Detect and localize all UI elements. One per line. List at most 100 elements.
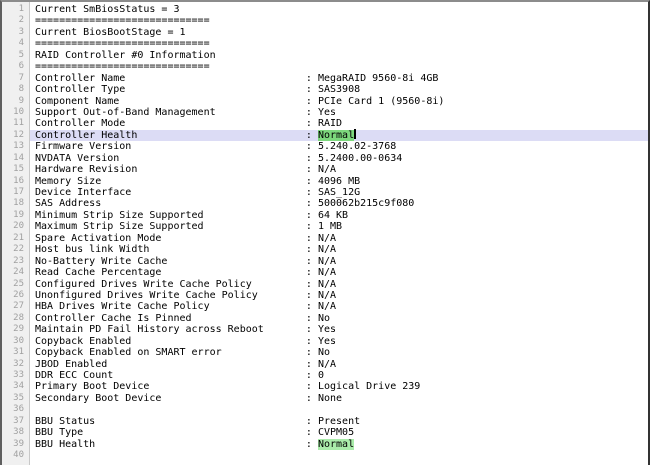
log-line[interactable]: 21Spare Activation Mode : N/A (2, 233, 648, 244)
line-content: NVDATA Version : 5.2400.00-0634 (30, 153, 648, 164)
field-value: CVPM05 (318, 427, 354, 438)
line-number: 38 (2, 427, 30, 438)
log-line[interactable]: 14NVDATA Version : 5.2400.00-0634 (2, 153, 648, 164)
field-label: SAS Address : (35, 198, 318, 209)
line-number: 13 (2, 141, 30, 152)
log-line[interactable]: 31Copyback Enabled on SMART error : No (2, 347, 648, 358)
line-number: 20 (2, 221, 30, 232)
field-label: No-Battery Write Cache : (35, 256, 318, 267)
line-content: Controller Cache Is Pinned : No (30, 313, 648, 324)
log-line[interactable]: 1Current SmBiosStatus = 3 (2, 4, 648, 15)
log-line[interactable]: 23No-Battery Write Cache : N/A (2, 256, 648, 267)
field-value: Yes (318, 336, 336, 347)
log-line[interactable]: 33 DDR ECC Count : 0 (2, 370, 648, 381)
field-value: 5.240.02-3768 (318, 141, 396, 152)
field-label: DDR ECC Count : (35, 370, 318, 381)
line-number: 40 (2, 450, 30, 461)
log-line[interactable]: 38BBU Type : CVPM05 (2, 427, 648, 438)
log-line[interactable]: 2============================= (2, 15, 648, 26)
line-number: 19 (2, 210, 30, 221)
log-line[interactable]: 39BBU Health : Normal (2, 439, 648, 450)
log-line[interactable]: 30 Copyback Enabled : Yes (2, 336, 648, 347)
log-line[interactable]: 26Unonfigured Drives Write Cache Policy … (2, 290, 648, 301)
field-value: N/A (318, 359, 336, 370)
log-line[interactable]: 35Secondary Boot Device : None (2, 393, 648, 404)
field-value: PCIe Card 1 (9560-8i) (318, 96, 444, 107)
log-line[interactable]: 22Host bus link Width : N/A (2, 244, 648, 255)
log-line[interactable]: 16Memory Size : 4096 MB (2, 176, 648, 187)
field-label: Firmware Version : (35, 141, 318, 152)
log-viewer: 1Current SmBiosStatus = 32==============… (0, 0, 650, 465)
line-number: 14 (2, 153, 30, 164)
text-cursor (354, 129, 356, 139)
field-label: Read Cache Percentage : (35, 267, 318, 278)
log-line[interactable]: 28Controller Cache Is Pinned : No (2, 313, 648, 324)
log-line[interactable]: 17Device Interface : SAS_12G (2, 187, 648, 198)
line-content: Support Out-of-Band Management : Yes (30, 107, 648, 118)
field-value: 4096 MB (318, 176, 360, 187)
line-number: 33 (2, 370, 30, 381)
line-number: 37 (2, 416, 30, 427)
log-line[interactable]: 13Firmware Version : 5.240.02-3768 (2, 141, 648, 152)
line-number: 28 (2, 313, 30, 324)
log-line[interactable]: 37BBU Status : Present (2, 416, 648, 427)
field-label: Maximum Strip Size Supported : (35, 221, 318, 232)
field-label: Primary Boot Device : (35, 381, 318, 392)
log-line[interactable]: 19Minimum Strip Size Supported : 64 KB (2, 210, 648, 221)
field-value: N/A (318, 279, 336, 290)
log-line[interactable]: 9Component Name : PCIe Card 1 (9560-8i) (2, 96, 648, 107)
field-label: Controller Cache Is Pinned : (35, 313, 318, 324)
line-content: Secondary Boot Device : None (30, 393, 648, 404)
line-content: Firmware Version : 5.240.02-3768 (30, 141, 648, 152)
line-number: 30 (2, 336, 30, 347)
log-line[interactable]: 10Support Out-of-Band Management : Yes (2, 107, 648, 118)
line-content: Controller Mode : RAID (30, 118, 648, 129)
log-line[interactable]: 7Controller Name : MegaRAID 9560-8i 4GB (2, 73, 648, 84)
log-line[interactable]: 29Maintain PD Fail History across Reboot… (2, 324, 648, 335)
line-content: Spare Activation Mode : N/A (30, 233, 648, 244)
log-line[interactable]: 20Maximum Strip Size Supported : 1 MB (2, 221, 648, 232)
line-number: 11 (2, 118, 30, 129)
field-label: Copyback Enabled : (35, 336, 318, 347)
field-label: Minimum Strip Size Supported : (35, 210, 318, 221)
line-content: ============================= (30, 15, 648, 26)
log-line[interactable]: 8Controller Type : SAS3908 (2, 84, 648, 95)
field-value: SAS3908 (318, 84, 360, 95)
log-line[interactable]: 12Controller Health : Normal (2, 130, 648, 141)
log-line[interactable]: 32JBOD Enabled : N/A (2, 359, 648, 370)
log-line[interactable]: 4============================= (2, 38, 648, 49)
field-label: Controller Mode : (35, 118, 318, 129)
log-line[interactable]: 15Hardware Revision : N/A (2, 164, 648, 175)
line-number: 18 (2, 198, 30, 209)
log-line[interactable]: 11Controller Mode : RAID (2, 118, 648, 129)
log-line[interactable]: 27HBA Drives Write Cache Policy : N/A (2, 301, 648, 312)
log-line[interactable]: 3Current BiosBootStage = 1 (2, 27, 648, 38)
line-content: BBU Status : Present (30, 416, 648, 427)
log-line[interactable]: 36 (2, 404, 648, 415)
field-label: Controller Health : (35, 130, 318, 141)
line-number: 17 (2, 187, 30, 198)
line-content: JBOD Enabled : N/A (30, 359, 648, 370)
log-line[interactable]: 18SAS Address : 500062b215c9f080 (2, 198, 648, 209)
line-number: 26 (2, 290, 30, 301)
line-content: Current BiosBootStage = 1 (30, 27, 648, 38)
line-content (30, 404, 648, 415)
line-content: Controller Health : Normal (30, 130, 648, 141)
log-line[interactable]: 25Configured Drives Write Cache Policy :… (2, 279, 648, 290)
line-content: Current SmBiosStatus = 3 (30, 4, 648, 15)
field-value: 0 (318, 370, 324, 381)
field-value: SAS_12G (318, 187, 360, 198)
log-line[interactable]: 34Primary Boot Device : Logical Drive 23… (2, 381, 648, 392)
line-number: 7 (2, 73, 30, 84)
field-label: Configured Drives Write Cache Policy : (35, 279, 318, 290)
line-number: 21 (2, 233, 30, 244)
line-content: Maintain PD Fail History across Reboot :… (30, 324, 648, 335)
field-label: Support Out-of-Band Management : (35, 107, 318, 118)
log-line[interactable]: 5RAID Controller #0 Information (2, 50, 648, 61)
log-line[interactable]: 6============================= (2, 61, 648, 72)
log-line[interactable]: 40 (2, 450, 648, 461)
field-value: N/A (318, 164, 336, 175)
log-line[interactable]: 24Read Cache Percentage : N/A (2, 267, 648, 278)
line-content: Controller Type : SAS3908 (30, 84, 648, 95)
field-value: Yes (318, 107, 336, 118)
